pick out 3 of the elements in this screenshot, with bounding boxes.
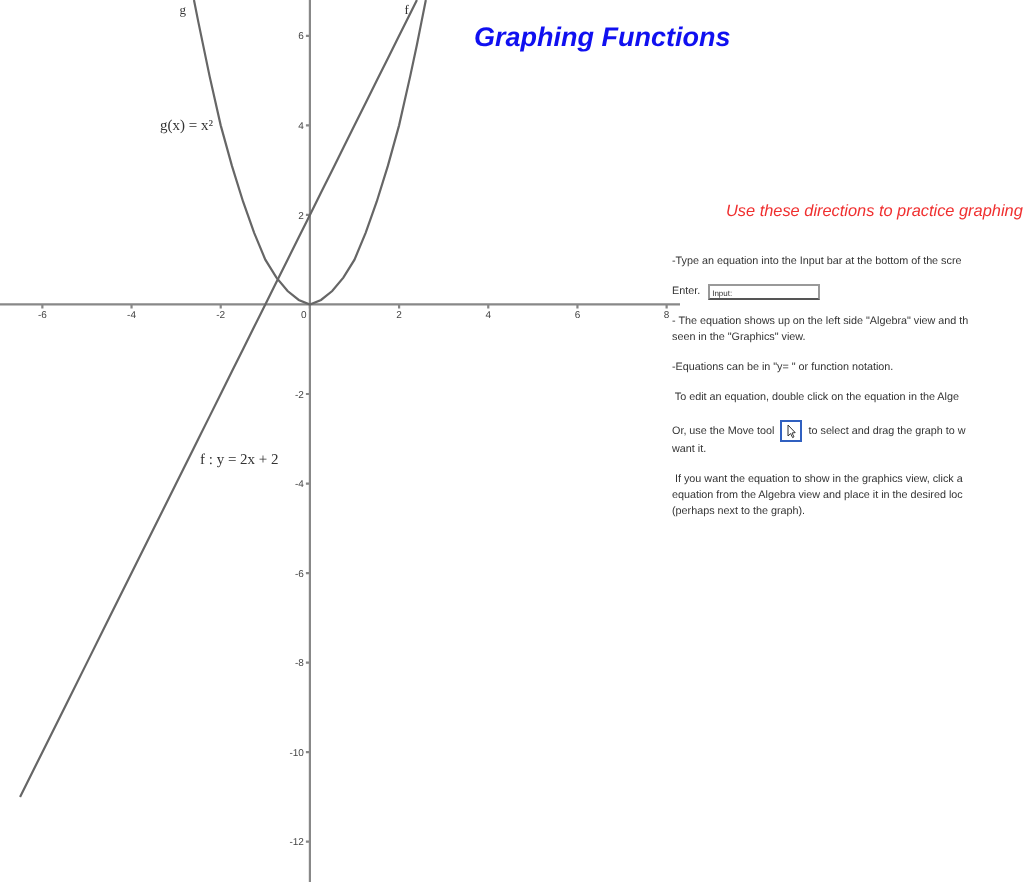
page-title: Graphing Functions — [474, 22, 731, 52]
directions-heading: Use these directions to practice graphing — [726, 202, 1023, 220]
cursor-icon — [780, 420, 803, 442]
